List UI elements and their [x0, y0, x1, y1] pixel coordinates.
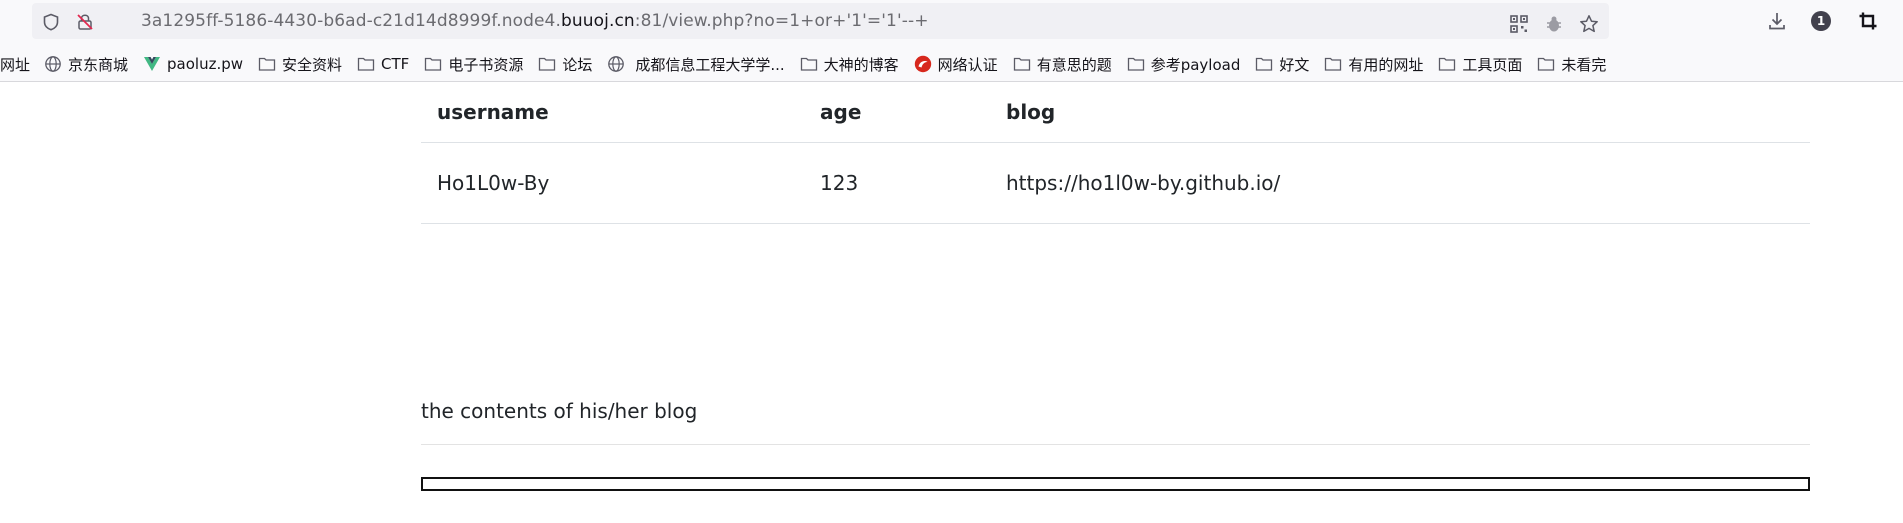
bookmark-label: CTF: [381, 55, 410, 73]
globe-icon: [44, 55, 62, 73]
folder-icon: [1127, 55, 1145, 73]
cell-blog: https://ho1l0w-by.github.io/: [990, 142, 1810, 224]
qr-code-icon[interactable]: [1509, 14, 1529, 34]
vue-logo-icon: [143, 55, 161, 73]
red-logo-icon: [914, 55, 932, 73]
bookmark-label: 有用的网址: [1348, 55, 1424, 74]
column-header-age: age: [804, 82, 990, 143]
bug-icon[interactable]: [1544, 14, 1564, 34]
blog-iframe[interactable]: [421, 477, 1810, 491]
folder-icon: [1255, 55, 1273, 73]
divider: [421, 444, 1810, 445]
insecure-lock-icon[interactable]: [76, 13, 94, 31]
folder-icon: [800, 55, 818, 73]
bookmark-label: 论坛: [562, 55, 593, 74]
bookmark-item[interactable]: 安全资料: [258, 54, 342, 75]
globe-icon: [607, 55, 625, 73]
extension-badge-count: 1: [1816, 14, 1826, 28]
folder-icon: [258, 55, 276, 73]
extension-badge-icon[interactable]: 1: [1811, 11, 1831, 31]
bookmark-item[interactable]: 参考payload: [1127, 54, 1241, 75]
bookmark-label: 有意思的题: [1036, 55, 1112, 74]
table-header-row: username age blog: [421, 82, 1810, 143]
bookmark-label: 好文: [1279, 55, 1310, 74]
bookmark-label: 大神的博客: [823, 55, 899, 74]
column-header-username: username: [421, 82, 804, 143]
bookmark-label: 成都信息工程大学学...: [635, 55, 785, 74]
bookmark-item[interactable]: 成都信息工程大学学...: [607, 54, 785, 75]
bookmark-item[interactable]: 网络认证: [914, 54, 998, 75]
shield-icon[interactable]: [42, 13, 60, 31]
bookmark-item[interactable]: 论坛: [538, 54, 592, 75]
bookmark-item[interactable]: 有用的网址: [1324, 54, 1423, 75]
folder-icon: [1537, 55, 1555, 73]
url-text[interactable]: 3a1295ff-5186-4430-b6ad-c21d14d8999f.nod…: [141, 11, 929, 31]
folder-icon: [424, 55, 442, 73]
bookmark-label: 京东商城: [68, 55, 129, 74]
bookmark-label: 工具页面: [1462, 55, 1523, 74]
bookmark-item[interactable]: 好文: [1255, 54, 1309, 75]
download-icon[interactable]: [1767, 11, 1787, 35]
bookmark-item[interactable]: 未看完: [1537, 54, 1606, 75]
star-bookmark-icon[interactable]: [1579, 14, 1599, 34]
folder-icon: [1013, 55, 1031, 73]
bookmark-item[interactable]: 大神的博客: [800, 54, 899, 75]
user-table-container: username age blog Ho1L0w-By 123 https://…: [421, 82, 1810, 224]
bookmark-item[interactable]: 有意思的题: [1013, 54, 1112, 75]
crop-screenshot-icon[interactable]: [1858, 11, 1878, 35]
bookmark-label: 参考payload: [1150, 55, 1241, 74]
table-row: Ho1L0w-By 123 https://ho1l0w-by.github.i…: [421, 142, 1810, 224]
bookmark-item[interactable]: 工具页面: [1438, 54, 1522, 75]
cell-age: 123: [804, 142, 990, 224]
user-table: username age blog Ho1L0w-By 123 https://…: [421, 82, 1810, 224]
bookmark-label: 电子书资源: [448, 55, 524, 74]
cell-username: Ho1L0w-By: [421, 142, 804, 224]
folder-icon: [538, 55, 556, 73]
bookmark-item[interactable]: CTF: [357, 55, 409, 73]
bookmark-item[interactable]: 电子书资源: [424, 54, 523, 75]
address-bar[interactable]: 3a1295ff-5186-4430-b6ad-c21d14d8999f.nod…: [32, 3, 1609, 39]
bookmarks-toolbar: 网址 京东商城 paoluz.pw 安全资料 CTF 电子书资源 论坛 成都信息…: [0, 49, 1903, 79]
bookmark-item[interactable]: 网址: [0, 54, 30, 75]
bookmark-label: paoluz.pw: [167, 55, 244, 73]
bookmark-label: 安全资料: [282, 55, 343, 74]
column-header-blog: blog: [990, 82, 1810, 143]
browser-chrome: 3a1295ff-5186-4430-b6ad-c21d14d8999f.nod…: [0, 0, 1903, 82]
folder-icon: [1438, 55, 1456, 73]
bookmark-label: 未看完: [1561, 55, 1607, 74]
blog-contents-heading: the contents of his/her blog: [421, 399, 698, 423]
bookmark-label: 网络认证: [937, 55, 998, 74]
bookmark-item[interactable]: paoluz.pw: [143, 55, 243, 73]
bookmark-item[interactable]: 京东商城: [44, 54, 128, 75]
folder-icon: [1324, 55, 1342, 73]
bookmark-label: 网址: [0, 55, 31, 74]
folder-icon: [357, 55, 375, 73]
